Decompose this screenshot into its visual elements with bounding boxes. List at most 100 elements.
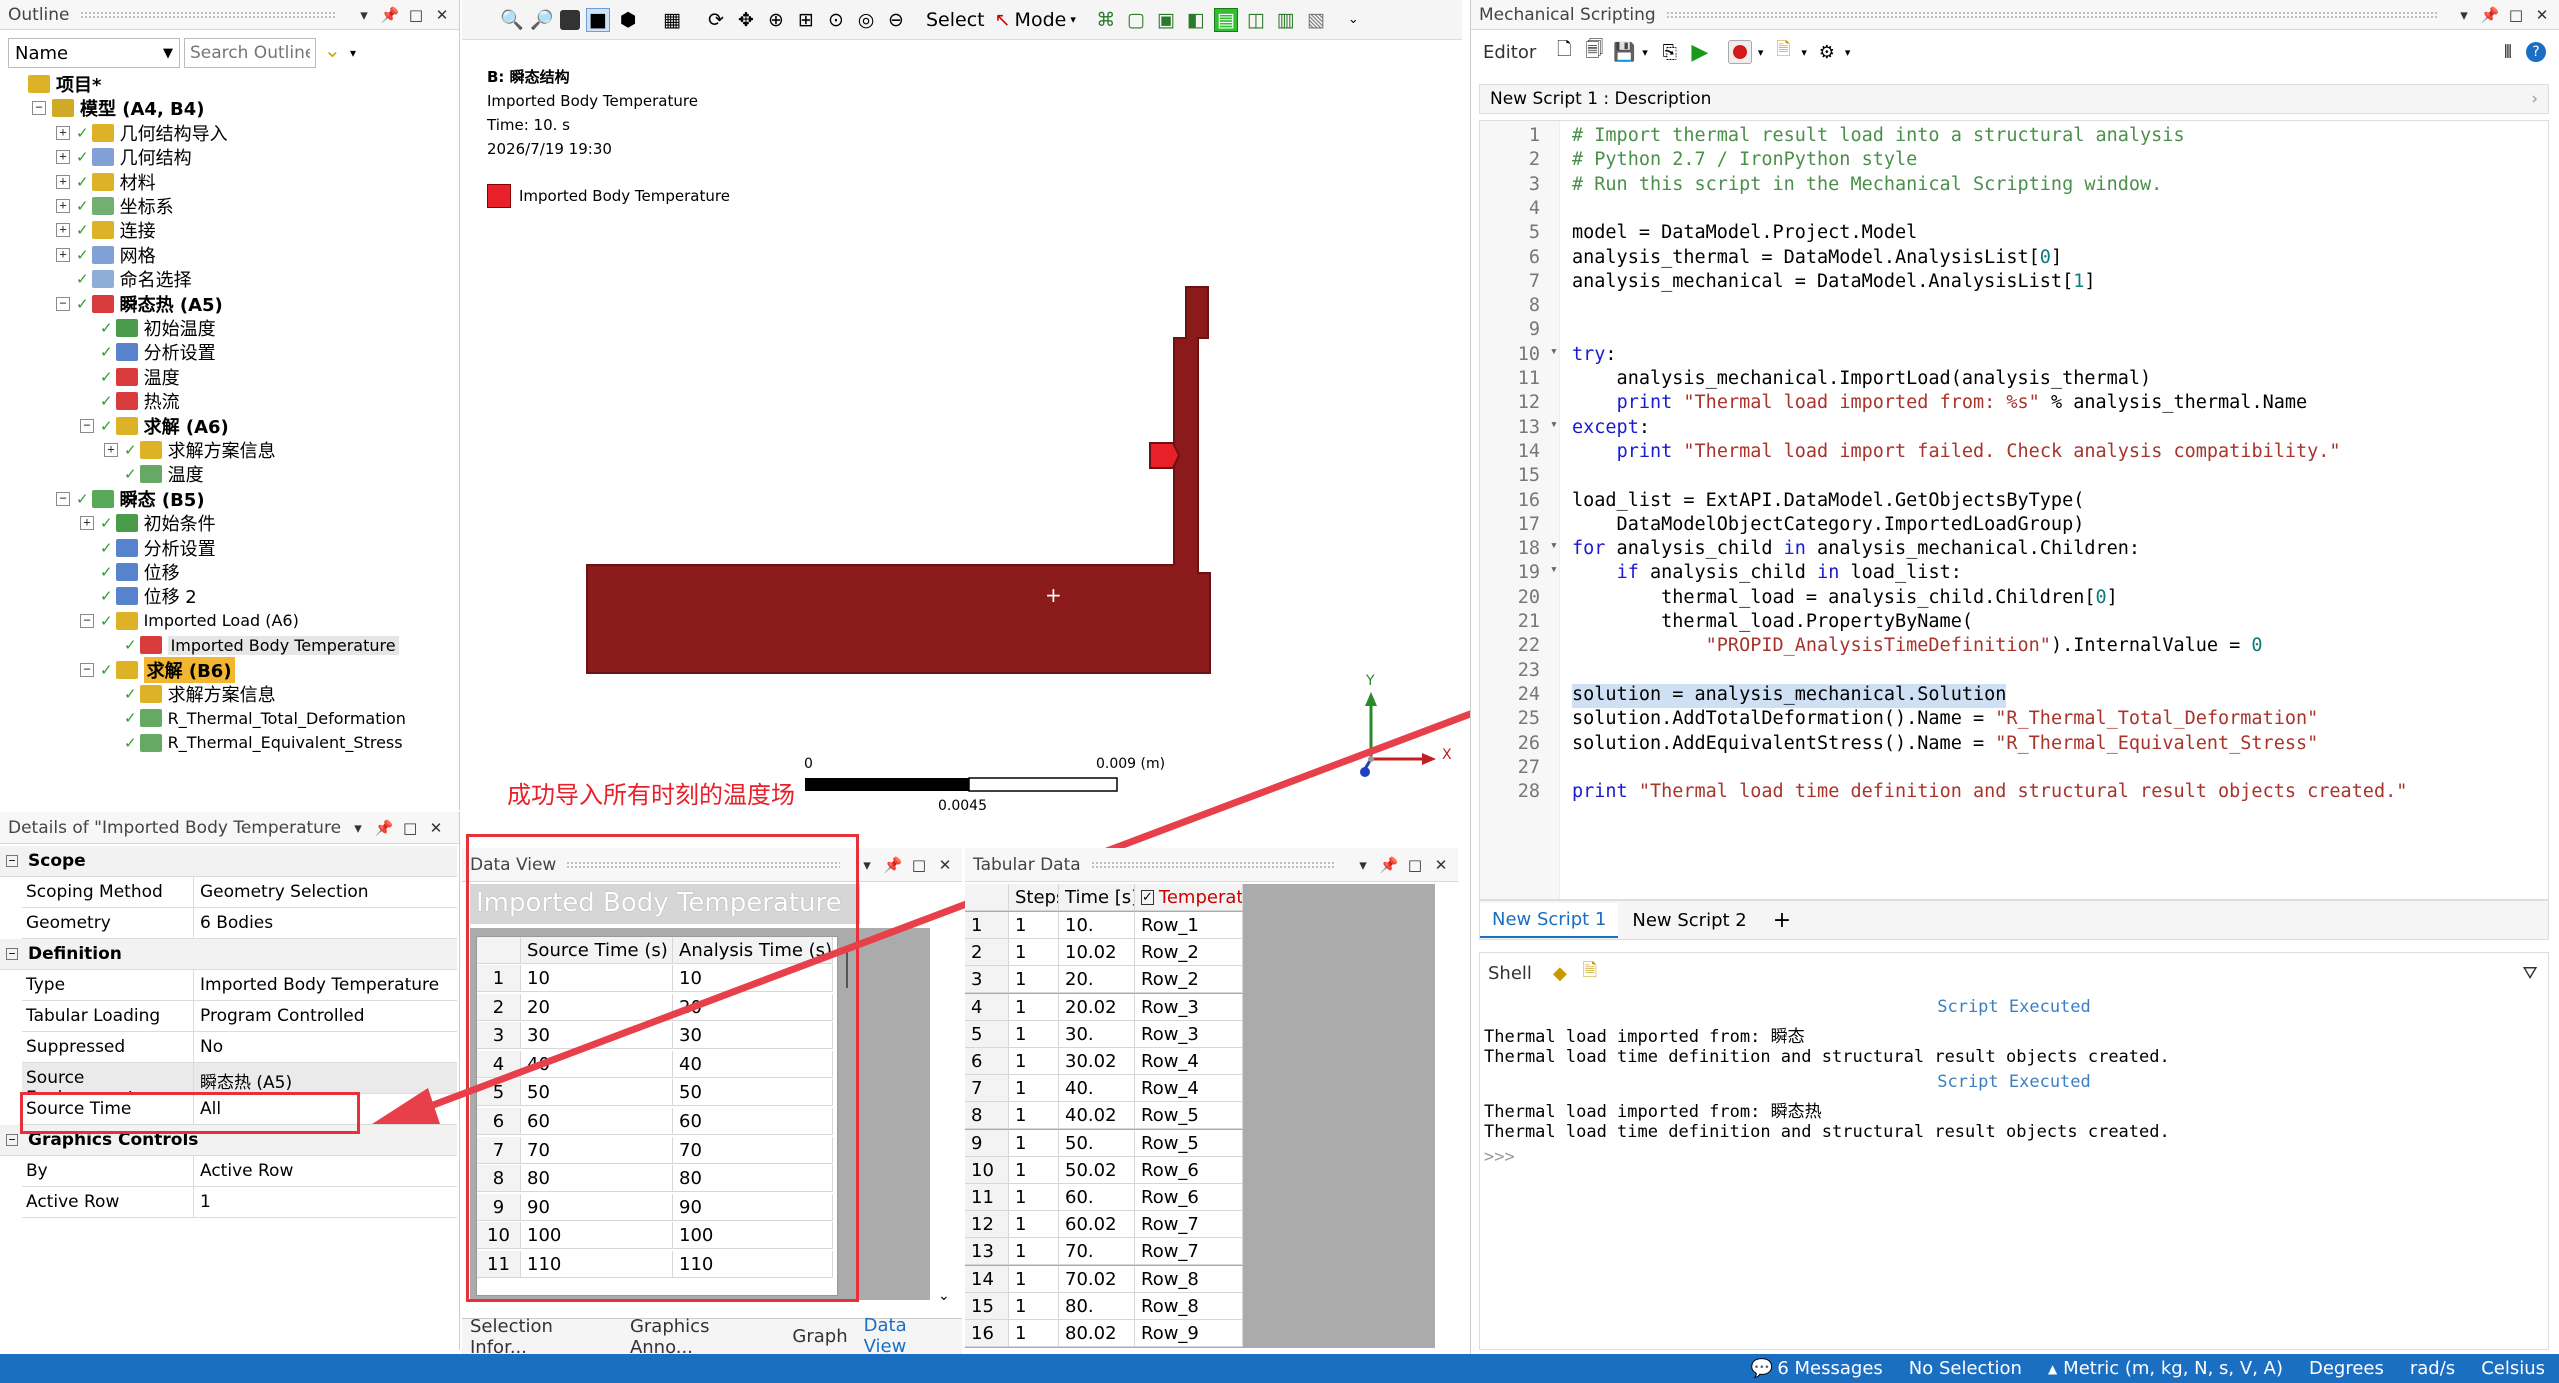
select-vertex-icon[interactable]: ⌘: [1094, 8, 1118, 32]
table-row[interactable]: 10 100 100: [477, 1222, 833, 1250]
property-value[interactable]: 瞬态热 (A5): [194, 1063, 457, 1093]
code-line[interactable]: 16 load_list = ExtAPI.DataModel.GetObject…: [1480, 490, 2085, 514]
code-line[interactable]: 12 print "Thermal load imported from: %s…: [1480, 392, 2307, 416]
tree-item[interactable]: ✓ Imported Body Temperature: [104, 633, 399, 657]
search-options-icon[interactable]: ⌄: [324, 38, 341, 62]
tree-item[interactable]: + ✓ 坐标系: [56, 194, 174, 218]
table-cell[interactable]: 1: [1009, 1020, 1059, 1047]
details-row[interactable]: Tabular Loading Program Controlled: [22, 1001, 457, 1032]
table-row[interactable]: 16 1 80.02 Row_9: [965, 1320, 1243, 1347]
tree-item[interactable]: ✓ R_Thermal_Equivalent_Stress: [104, 731, 403, 755]
table-cell[interactable]: Row_1: [1135, 912, 1243, 938]
property-value[interactable]: Geometry Selection: [194, 877, 457, 907]
code-line[interactable]: 5 model = DataModel.Project.Model: [1480, 222, 1917, 246]
maximize-icon[interactable]: □: [910, 856, 928, 874]
table-cell[interactable]: 70.: [1059, 1238, 1135, 1265]
display-mode-icon[interactable]: ■: [586, 7, 610, 32]
table-cell[interactable]: 50.02: [1059, 1156, 1135, 1183]
tab-new-script-1[interactable]: New Script 1: [1480, 902, 1619, 938]
code-line[interactable]: 24 solution = analysis_mechanical.Solutio…: [1480, 683, 2007, 708]
table-row[interactable]: 9 90 90: [477, 1193, 833, 1221]
select-face-icon[interactable]: ▣: [1154, 8, 1178, 32]
maximize-icon[interactable]: □: [1406, 856, 1424, 874]
code-line[interactable]: 26 solution.AddEquivalentStress().Name = …: [1480, 733, 2319, 757]
table-cell[interactable]: 50.: [1059, 1129, 1135, 1156]
code-line[interactable]: 18 ▾ for analysis_child in analysis_mechan…: [1480, 538, 2140, 562]
code-line[interactable]: 3 # Run this script in the Mechanical Scr…: [1480, 174, 2162, 198]
table-row[interactable]: 4 40 40: [477, 1050, 833, 1078]
expand-icon[interactable]: +: [56, 199, 70, 213]
table-cell[interactable]: 1: [1009, 1156, 1059, 1183]
help-icon[interactable]: ?: [2526, 42, 2546, 62]
fold-icon[interactable]: ▾: [1550, 417, 1572, 441]
collapse-icon[interactable]: −: [80, 662, 94, 677]
collapse-icon[interactable]: −: [32, 101, 46, 116]
code-line[interactable]: 27: [1480, 757, 1572, 781]
add-tab-button[interactable]: +: [1761, 908, 1803, 933]
select-edge-icon[interactable]: ▢: [1124, 8, 1148, 32]
table-cell[interactable]: 60.: [1059, 1184, 1135, 1210]
table-cell[interactable]: Row_6: [1135, 1184, 1243, 1210]
select-body-icon[interactable]: ◧: [1184, 8, 1208, 32]
code-line[interactable]: 25 solution.AddTotalDeformation().Name = …: [1480, 708, 2319, 732]
tree-item[interactable]: ✓ 热流: [80, 389, 180, 413]
graphics-viewport[interactable]: B: 瞬态结构 Imported Body Temperature Time: …: [462, 41, 1462, 841]
cursor-mode-icon[interactable]: ↖: [995, 9, 1011, 31]
pin-icon[interactable]: 📌: [1380, 856, 1399, 874]
table-row[interactable]: 5 50 50: [477, 1079, 833, 1107]
table-row[interactable]: 2 1 10.02 Row_2: [965, 939, 1243, 967]
table-cell[interactable]: 90: [521, 1193, 673, 1220]
table-cell[interactable]: 1: [1009, 1048, 1059, 1074]
collapse-icon[interactable]: −: [56, 491, 70, 506]
table-cell[interactable]: 1: [1009, 966, 1059, 993]
collapse-icon[interactable]: −: [56, 296, 70, 311]
box-zoom-icon[interactable]: ⊞: [794, 8, 818, 32]
property-value[interactable]: No: [194, 1032, 457, 1062]
rotation-units-status[interactable]: rad/s: [2410, 1358, 2455, 1379]
tree-item[interactable]: ✓ 分析设置: [80, 536, 216, 560]
show-vertices-icon[interactable]: ⬢: [616, 8, 640, 32]
zoom-icon[interactable]: ⊕: [764, 8, 788, 32]
table-row[interactable]: 11 1 60. Row_6: [965, 1184, 1243, 1211]
settings-icon[interactable]: ⚙: [1815, 40, 1839, 64]
tree-item[interactable]: ✓ 初始温度: [80, 316, 216, 340]
chevron-down-icon[interactable]: ▾: [1642, 46, 1648, 59]
fold-icon[interactable]: ▾: [1550, 562, 1572, 586]
zoom-fit-icon[interactable]: ⊙: [824, 8, 848, 32]
layout-icon[interactable]: ⦀: [2496, 40, 2520, 64]
table-cell[interactable]: Row_6: [1135, 1156, 1243, 1183]
table-cell[interactable]: 70: [673, 1136, 833, 1163]
details-row[interactable]: By Active Row: [22, 1156, 457, 1187]
table-cell[interactable]: 40: [521, 1050, 673, 1077]
property-value[interactable]: Program Controlled: [194, 1001, 457, 1031]
details-row[interactable]: Source Environment瞬态热 (A5): [22, 1063, 457, 1108]
tree-item[interactable]: ✓ R_Thermal_Total_Deformation: [104, 706, 406, 730]
collapse-icon[interactable]: −: [6, 1134, 18, 1146]
table-cell[interactable]: Row_7: [1135, 1238, 1243, 1265]
table-cell[interactable]: 100: [521, 1222, 673, 1249]
tree-item[interactable]: + ✓ 连接: [56, 218, 156, 242]
select-mesh-icon[interactable]: ▤: [1213, 7, 1238, 32]
fold-icon[interactable]: ▾: [1550, 344, 1572, 368]
table-cell[interactable]: 60.02: [1059, 1211, 1135, 1238]
dropdown-icon[interactable]: ▾: [2455, 6, 2473, 24]
tree-item[interactable]: − 模型 (A4, B4): [32, 96, 205, 120]
dropdown-small-icon[interactable]: ▾: [350, 46, 356, 60]
units-status[interactable]: ▲ Metric (m, kg, N, s, V, A): [2048, 1358, 2283, 1379]
previous-view-icon[interactable]: ⊖: [884, 8, 908, 32]
table-row[interactable]: 7 1 40. Row_4: [965, 1075, 1243, 1103]
tree-item[interactable]: + ✓ 几何结构: [56, 145, 192, 169]
table-row[interactable]: 1 1 10. Row_1: [965, 912, 1243, 939]
table-cell[interactable]: Row_7: [1135, 1211, 1243, 1238]
table-cell[interactable]: 10: [521, 965, 673, 991]
close-icon[interactable]: ✕: [2533, 6, 2551, 24]
outline-filter-select[interactable]: Name ▼: [8, 38, 180, 68]
magnifier-icon[interactable]: ◎: [854, 8, 878, 32]
outline-search-input[interactable]: [184, 38, 316, 68]
code-line[interactable]: 23: [1480, 660, 1572, 684]
table-cell[interactable]: 100: [673, 1222, 833, 1249]
code-line[interactable]: 19 ▾ if analysis_child in load_list:: [1480, 562, 1962, 586]
close-icon[interactable]: ✕: [936, 856, 954, 874]
code-line[interactable]: 11 analysis_mechanical.ImportLoad(analys…: [1480, 368, 2151, 392]
zoom-in-icon[interactable]: 🔍: [500, 8, 524, 32]
